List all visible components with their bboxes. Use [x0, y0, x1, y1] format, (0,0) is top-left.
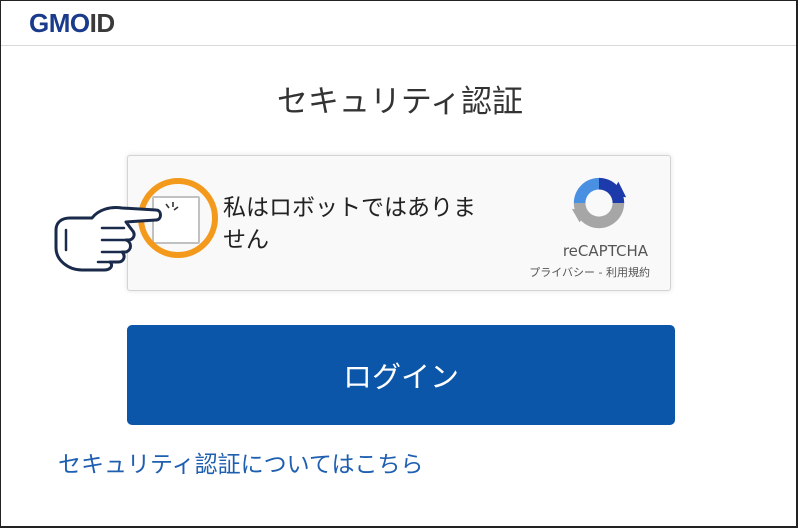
recaptcha-brand: reCAPTCHA [562, 242, 648, 260]
header-bar: GMOID [1, 1, 796, 46]
gmo-id-logo[interactable]: GMOID [29, 9, 115, 37]
login-button[interactable]: ログイン [127, 325, 675, 425]
links-separator: - [595, 266, 606, 279]
recaptcha-label: 私はロボットではありません [223, 195, 476, 253]
recaptcha-links: プライバシー - 利用規約 [529, 266, 650, 280]
security-auth-info-link[interactable]: セキュリティ認証についてはこちら [58, 449, 423, 481]
recaptcha-logo-icon [571, 177, 627, 229]
pointing-hand-icon [54, 206, 162, 272]
page-title: セキュリティ認証 [276, 84, 524, 120]
privacy-link[interactable]: プライバシー [529, 266, 595, 279]
logo-id-text: ID [89, 8, 116, 38]
terms-link[interactable]: 利用規約 [606, 266, 650, 279]
logo-gmo-text: GMO [29, 8, 90, 38]
